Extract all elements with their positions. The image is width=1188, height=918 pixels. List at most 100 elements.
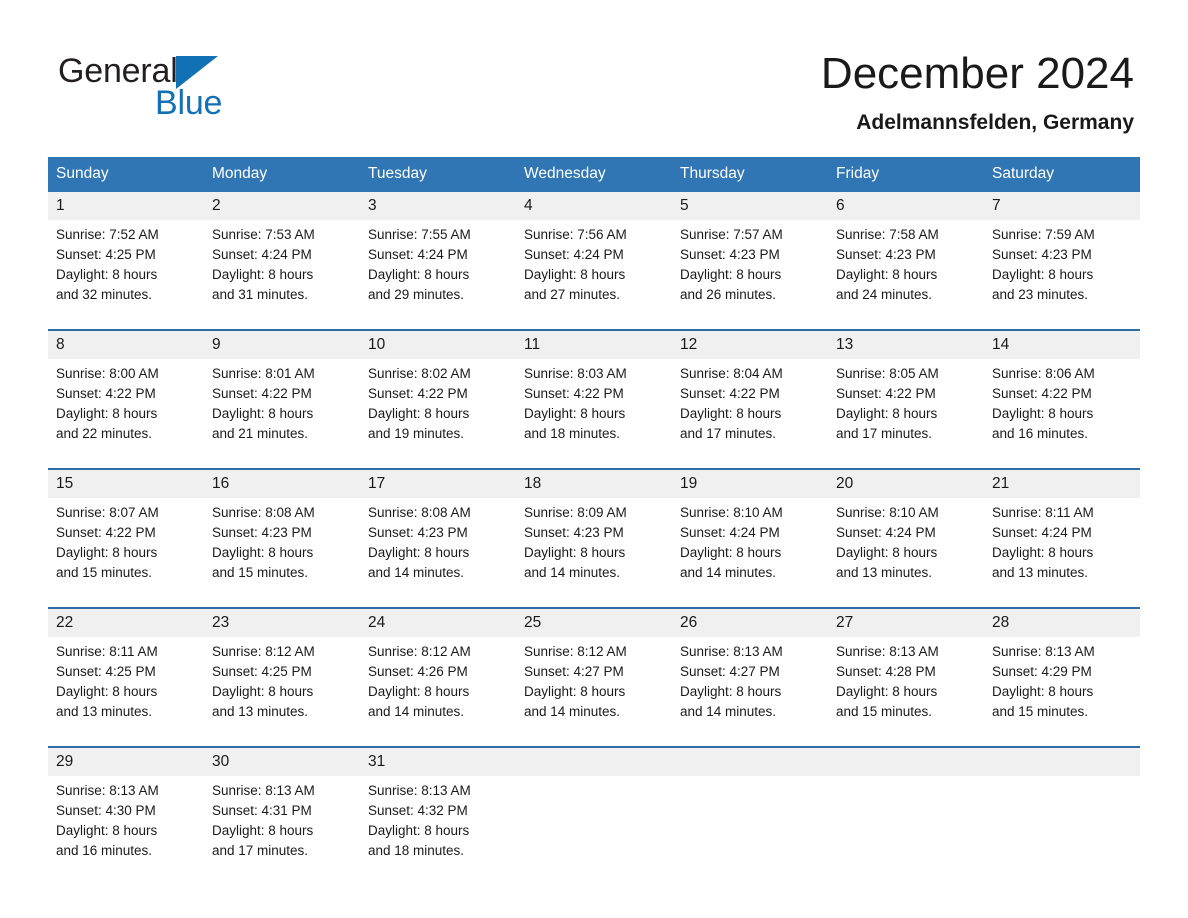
week-daynumber-row: 29 30 31 [48,746,1140,776]
day-detail-cell[interactable]: Sunrise: 8:13 AM Sunset: 4:29 PM Daylight:… [984,637,1140,747]
day-number: 2 [212,197,221,214]
day-number: 14 [992,336,1010,353]
day-detail-cell[interactable]: Sunrise: 8:10 AM Sunset: 4:24 PM Daylight:… [828,498,984,608]
day-number-cell[interactable]: 11 [516,329,672,359]
sunset-text: Sunset: 4:22 PM [992,386,1092,401]
day-detail-cell[interactable]: Sunrise: 8:13 AM Sunset: 4:30 PM Daylight:… [48,776,204,885]
day-detail-cell[interactable]: Sunrise: 7:57 AM Sunset: 4:23 PM Daylight:… [672,220,828,330]
daylight-text: Daylight: 8 hours [212,267,314,282]
day-detail-cell[interactable]: Sunrise: 8:08 AM Sunset: 4:23 PM Daylight:… [360,498,516,608]
day-number-cell[interactable]: 19 [672,468,828,498]
day-number-cell[interactable]: 9 [204,329,360,359]
sunset-text: Sunset: 4:25 PM [56,664,156,679]
day-number: 22 [56,614,74,631]
day-number-cell[interactable]: 27 [828,607,984,637]
day-number-cell[interactable]: 22 [48,607,204,637]
day-number-cell[interactable]: 15 [48,468,204,498]
daylight-text: Daylight: 8 hours [368,823,470,838]
day-number-cell[interactable]: 4 [516,192,672,220]
day-number-cell[interactable]: 28 [984,607,1140,637]
sunrise-text: Sunrise: 7:58 AM [836,227,939,242]
daylight-text: and 18 minutes. [524,426,621,441]
day-number-cell[interactable]: 31 [360,746,516,776]
day-number-cell[interactable]: 18 [516,468,672,498]
day-detail-cell[interactable]: Sunrise: 7:52 AM Sunset: 4:25 PM Daylight:… [48,220,204,330]
sunset-text: Sunset: 4:24 PM [680,525,780,540]
sunset-text: Sunset: 4:22 PM [56,386,156,401]
daylight-text: and 15 minutes. [212,565,309,580]
sunrise-text: Sunrise: 8:08 AM [212,505,315,520]
sunrise-text: Sunrise: 8:11 AM [56,644,158,659]
sunset-text: Sunset: 4:22 PM [368,386,468,401]
day-number-cell[interactable]: 5 [672,192,828,220]
day-number-cell[interactable]: 17 [360,468,516,498]
day-number-cell[interactable]: 24 [360,607,516,637]
day-number: 12 [680,336,698,353]
day-number-cell[interactable]: 3 [360,192,516,220]
daylight-text: Daylight: 8 hours [992,267,1094,282]
general-blue-logo[interactable]: General Blue [58,52,358,130]
sunset-text: Sunset: 4:25 PM [56,247,156,262]
sunrise-text: Sunrise: 8:13 AM [680,644,783,659]
day-detail-cell[interactable]: Sunrise: 8:12 AM Sunset: 4:26 PM Daylight:… [360,637,516,747]
day-detail-cell[interactable]: Sunrise: 8:04 AM Sunset: 4:22 PM Daylight:… [672,359,828,469]
day-detail-cell[interactable]: Sunrise: 8:13 AM Sunset: 4:27 PM Daylight:… [672,637,828,747]
page-title: December 2024 [820,49,1134,98]
day-number-cell[interactable]: 21 [984,468,1140,498]
day-detail-cell[interactable]: Sunrise: 8:08 AM Sunset: 4:23 PM Daylight:… [204,498,360,608]
day-number-cell[interactable]: 8 [48,329,204,359]
day-number-cell[interactable]: 23 [204,607,360,637]
day-detail-cell[interactable]: Sunrise: 7:56 AM Sunset: 4:24 PM Daylight:… [516,220,672,330]
day-number-cell[interactable]: 16 [204,468,360,498]
day-number-cell[interactable]: 12 [672,329,828,359]
day-number-cell[interactable]: 2 [204,192,360,220]
day-detail-cell[interactable]: Sunrise: 8:11 AM Sunset: 4:25 PM Daylight:… [48,637,204,747]
day-number-cell[interactable]: 30 [204,746,360,776]
sunrise-text: Sunrise: 8:13 AM [992,644,1095,659]
sunset-text: Sunset: 4:32 PM [368,803,468,818]
sunrise-text: Sunrise: 8:10 AM [836,505,939,520]
day-number-cell[interactable]: 6 [828,192,984,220]
day-number: 13 [836,336,854,353]
day-detail-cell[interactable]: Sunrise: 8:07 AM Sunset: 4:22 PM Daylight:… [48,498,204,608]
day-detail-cell[interactable]: Sunrise: 7:59 AM Sunset: 4:23 PM Daylight:… [984,220,1140,330]
day-number-cell[interactable]: 14 [984,329,1140,359]
day-number-cell[interactable]: 10 [360,329,516,359]
day-detail-cell[interactable]: Sunrise: 8:10 AM Sunset: 4:24 PM Daylight:… [672,498,828,608]
daylight-text: and 14 minutes. [524,704,621,719]
daylight-text: and 16 minutes. [56,843,153,858]
day-detail-cell[interactable]: Sunrise: 7:58 AM Sunset: 4:23 PM Daylight:… [828,220,984,330]
daylight-text: and 22 minutes. [56,426,153,441]
day-detail-cell[interactable]: Sunrise: 8:11 AM Sunset: 4:24 PM Daylight:… [984,498,1140,608]
day-detail-cell[interactable]: Sunrise: 8:01 AM Sunset: 4:22 PM Daylight:… [204,359,360,469]
day-number-cell[interactable]: 1 [48,192,204,220]
day-detail-cell[interactable]: Sunrise: 8:12 AM Sunset: 4:25 PM Daylight:… [204,637,360,747]
day-number-cell[interactable]: 13 [828,329,984,359]
day-detail-cell[interactable]: Sunrise: 8:05 AM Sunset: 4:22 PM Daylight:… [828,359,984,469]
day-detail-cell[interactable]: Sunrise: 7:55 AM Sunset: 4:24 PM Daylight:… [360,220,516,330]
day-detail-cell[interactable]: Sunrise: 8:09 AM Sunset: 4:23 PM Daylight:… [516,498,672,608]
day-detail-cell[interactable]: Sunrise: 8:13 AM Sunset: 4:28 PM Daylight:… [828,637,984,747]
day-detail-cell[interactable]: Sunrise: 8:12 AM Sunset: 4:27 PM Daylight:… [516,637,672,747]
day-detail-cell[interactable]: Sunrise: 8:03 AM Sunset: 4:22 PM Daylight:… [516,359,672,469]
daylight-text: Daylight: 8 hours [212,406,314,421]
day-detail-cell[interactable]: Sunrise: 8:13 AM Sunset: 4:31 PM Daylight:… [204,776,360,885]
day-detail-cell[interactable]: Sunrise: 8:06 AM Sunset: 4:22 PM Daylight:… [984,359,1140,469]
logo-word-blue: Blue [155,84,223,122]
day-detail-cell[interactable]: Sunrise: 8:00 AM Sunset: 4:22 PM Daylight:… [48,359,204,469]
day-detail-cell[interactable]: Sunrise: 8:13 AM Sunset: 4:32 PM Daylight:… [360,776,516,885]
daylight-text: and 13 minutes. [56,704,153,719]
daylight-text: Daylight: 8 hours [368,684,470,699]
daylight-text: and 23 minutes. [992,287,1089,302]
daylight-text: Daylight: 8 hours [992,545,1094,560]
day-number-cell[interactable]: 7 [984,192,1140,220]
daylight-text: Daylight: 8 hours [212,684,314,699]
day-number-cell[interactable]: 20 [828,468,984,498]
day-number-cell[interactable]: 29 [48,746,204,776]
day-detail-cell[interactable]: Sunrise: 7:53 AM Sunset: 4:24 PM Daylight:… [204,220,360,330]
sunrise-text: Sunrise: 8:13 AM [836,644,939,659]
day-number-cell[interactable]: 26 [672,607,828,637]
sunset-text: Sunset: 4:22 PM [524,386,624,401]
day-detail-cell[interactable]: Sunrise: 8:02 AM Sunset: 4:22 PM Daylight:… [360,359,516,469]
day-number-cell[interactable]: 25 [516,607,672,637]
